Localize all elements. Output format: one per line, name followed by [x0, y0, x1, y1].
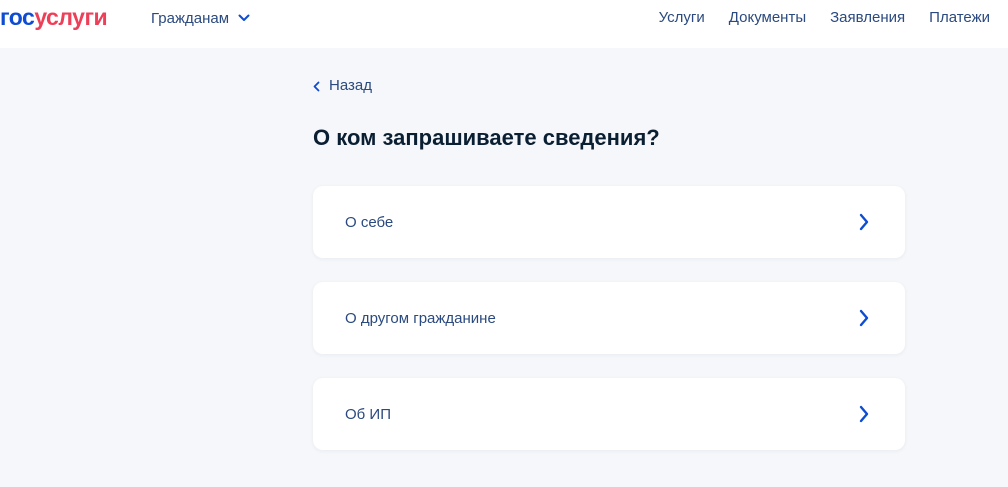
top-header: госуслуги Гражданам Услуги Документы Зая… [0, 0, 1008, 48]
back-label: Назад [329, 77, 372, 94]
chevron-right-icon [859, 213, 869, 231]
nav-link-services[interactable]: Услуги [659, 8, 705, 28]
option-about-self[interactable]: О себе [313, 186, 905, 258]
option-about-ip[interactable]: Об ИП [313, 378, 905, 450]
option-label: Об ИП [345, 405, 391, 423]
chevron-right-icon [859, 405, 869, 423]
option-label: О себе [345, 213, 394, 231]
main-nav: Услуги Документы Заявления Платежи [659, 8, 990, 28]
chevron-left-icon [313, 81, 320, 92]
audience-selector-label: Гражданам [151, 9, 230, 27]
logo-part-gos: гос [0, 4, 35, 30]
nav-link-payments[interactable]: Платежи [929, 8, 990, 28]
option-about-other-citizen[interactable]: О другом гражданине [313, 282, 905, 354]
back-link[interactable]: Назад [313, 76, 372, 96]
audience-selector[interactable]: Гражданам [151, 8, 250, 28]
nav-link-documents[interactable]: Документы [729, 8, 806, 28]
chevron-down-icon [238, 14, 250, 22]
gosuslugi-logo[interactable]: госуслуги [0, 3, 108, 31]
nav-link-applications[interactable]: Заявления [830, 8, 905, 28]
page-title: О ком запрашиваете сведения? [313, 125, 660, 150]
option-label: О другом гражданине [345, 309, 496, 327]
chevron-right-icon [859, 309, 869, 327]
logo-part-uslugi: услуги [34, 4, 108, 30]
